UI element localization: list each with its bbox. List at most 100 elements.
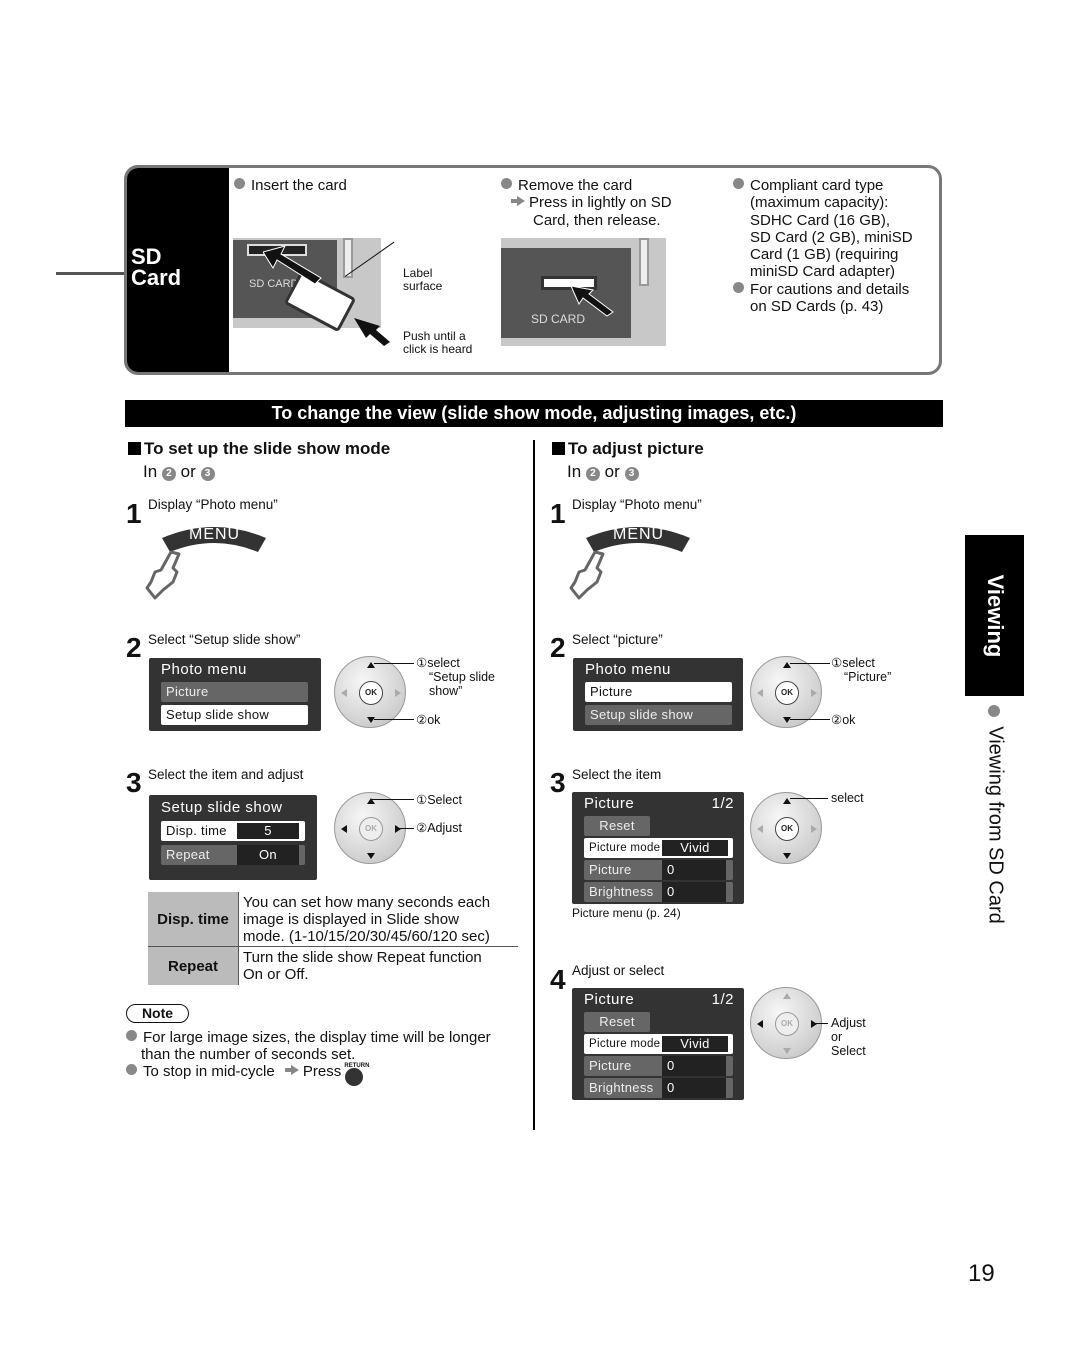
push-hint-line2: click is heard [403, 342, 473, 356]
right-arrow-icon[interactable] [811, 1020, 817, 1028]
table-desc-cell: You can set how many seconds each image … [238, 892, 518, 946]
bullet-icon [733, 281, 744, 293]
select-callout: select [831, 791, 864, 805]
setup-slide-show-osd: Setup slide show Disp. time 5 Repeat On [149, 795, 317, 880]
osd-row-brightness[interactable]: Brightness 0 [584, 1078, 733, 1098]
return-button-icon[interactable]: RETURN [344, 1063, 369, 1086]
ok-button[interactable]: OK [775, 817, 799, 841]
select-callout: ①Select [416, 793, 462, 807]
osd-row-picture[interactable]: Picture 0 [584, 860, 733, 880]
callout-line: Adjust [831, 1016, 866, 1030]
down-arrow-icon[interactable] [367, 853, 375, 859]
osd-row-repeat[interactable]: Repeat On [161, 845, 305, 865]
section-tab-label: Viewing [982, 574, 1008, 657]
osd-reset-button[interactable]: Reset [584, 1012, 650, 1032]
down-arrow-icon[interactable] [783, 717, 791, 723]
adjust-picture-heading-text: To adjust picture [568, 439, 704, 458]
note-line: For large image sizes, the display time … [143, 1029, 491, 1046]
remove-instruction-line2: Card, then release. [533, 211, 661, 229]
ok-button[interactable]: OK [359, 681, 383, 705]
step-number: 3 [550, 767, 566, 798]
callout-line: “Picture” [844, 670, 892, 684]
left-arrow-icon[interactable] [341, 825, 347, 833]
osd-row-label: Picture mode [589, 1038, 661, 1050]
ok-button[interactable]: OK [359, 817, 383, 841]
osd-item-picture[interactable]: Picture [161, 682, 308, 702]
step-number: 4 [550, 964, 566, 995]
square-bullet-icon [128, 442, 141, 455]
osd-row-value: 0 [662, 1056, 726, 1076]
right-arrow-icon[interactable] [395, 689, 401, 697]
down-arrow-icon[interactable] [783, 853, 791, 859]
down-arrow-icon[interactable] [367, 717, 375, 723]
remote-dial[interactable]: OK [750, 656, 822, 728]
callout-leader [374, 663, 414, 664]
left-arrow-icon[interactable] [757, 825, 763, 833]
down-arrow-icon[interactable] [783, 1048, 791, 1054]
ok-button[interactable]: OK [775, 1012, 799, 1036]
callout-leader [372, 799, 414, 800]
sd-card-title: SD Card [131, 244, 181, 289]
remote-dial[interactable]: OK [750, 792, 822, 864]
desc-line: mode. (1-10/15/20/30/45/60/120 sec) [243, 928, 490, 945]
osd-title: Photo menu [161, 661, 247, 678]
circled-number-icon: 3 [624, 467, 639, 481]
circled-number-icon: 2 [161, 467, 176, 481]
picture-menu-reference: Picture menu (p. 24) [572, 906, 681, 920]
osd-title: Photo menu [585, 661, 671, 678]
osd-row-disp-time[interactable]: Disp. time 5 [161, 821, 305, 841]
compliant-line: SDHC Card (16 GB), [750, 211, 891, 229]
left-arrow-icon[interactable] [757, 1020, 763, 1028]
callout-leader [374, 719, 414, 720]
right-arrow-icon[interactable] [395, 825, 401, 833]
sd-title-line1: SD [131, 244, 162, 269]
pointing-hand-icon [569, 550, 605, 600]
select-callout: ①select “Setup slide show” [416, 656, 495, 698]
osd-row-label: Brightness [589, 884, 654, 899]
up-arrow-icon[interactable] [783, 993, 791, 999]
section-tab-viewing[interactable]: Viewing [965, 535, 1024, 696]
mode-reference: In 2 or 3 [567, 462, 639, 482]
osd-item-setup-slide-show[interactable]: Setup slide show [585, 705, 732, 725]
step-number: 2 [126, 632, 142, 663]
remote-dial[interactable]: OK [334, 792, 406, 864]
desc-line: Turn the slide show Repeat function [243, 949, 482, 966]
photo-menu-osd: Photo menu Picture Setup slide show [573, 658, 743, 731]
osd-row-value: On [237, 845, 299, 865]
slot-label: SD CARD [531, 312, 586, 326]
ok-button[interactable]: OK [775, 681, 799, 705]
callout-leader [790, 719, 830, 720]
osd-row-value: 0 [662, 882, 726, 902]
remote-dial[interactable]: OK [750, 987, 822, 1059]
right-arrow-icon[interactable] [811, 825, 817, 833]
left-arrow-icon[interactable] [757, 689, 763, 697]
remove-illustration: SD CARD [501, 238, 666, 346]
mode-reference: In 2 or 3 [143, 462, 215, 482]
insert-arrow-icon [263, 246, 322, 285]
sd-card-panel: SD Card Insert the card SD CARD Label su… [124, 165, 942, 375]
remove-heading: Remove the card [518, 177, 633, 194]
osd-row-picture[interactable]: Picture 0 [584, 1056, 733, 1076]
or-text: or [180, 462, 196, 481]
right-arrow-icon[interactable] [811, 689, 817, 697]
osd-item-picture[interactable]: Picture [585, 682, 732, 702]
step-text: Select “picture” [572, 632, 663, 647]
insert-illustration: SD CARD [233, 238, 381, 333]
return-label: RETURN [344, 1063, 370, 1069]
ok-callout: ②ok [416, 713, 441, 727]
page-number: 19 [968, 1260, 995, 1287]
osd-row-brightness[interactable]: Brightness 0 [584, 882, 733, 902]
callout-line: “Setup slide [429, 670, 496, 684]
osd-row-picture-mode[interactable]: Picture mode Vivid [584, 838, 733, 858]
osd-row-value: 0 [662, 860, 726, 880]
remote-dial[interactable]: OK [334, 656, 406, 728]
osd-page-indicator: 1/2 [711, 795, 734, 812]
osd-reset-button[interactable]: Reset [584, 816, 650, 836]
osd-page-indicator: 1/2 [711, 991, 734, 1008]
osd-row-label: Picture mode [589, 842, 661, 854]
osd-row-picture-mode[interactable]: Picture mode Vivid [584, 1034, 733, 1054]
remove-instructions: Remove the card Press in lightly on SD C… [501, 177, 672, 229]
left-arrow-icon[interactable] [341, 689, 347, 697]
osd-item-setup-slide-show[interactable]: Setup slide show [161, 705, 308, 725]
ok-callout: ②ok [831, 713, 856, 727]
